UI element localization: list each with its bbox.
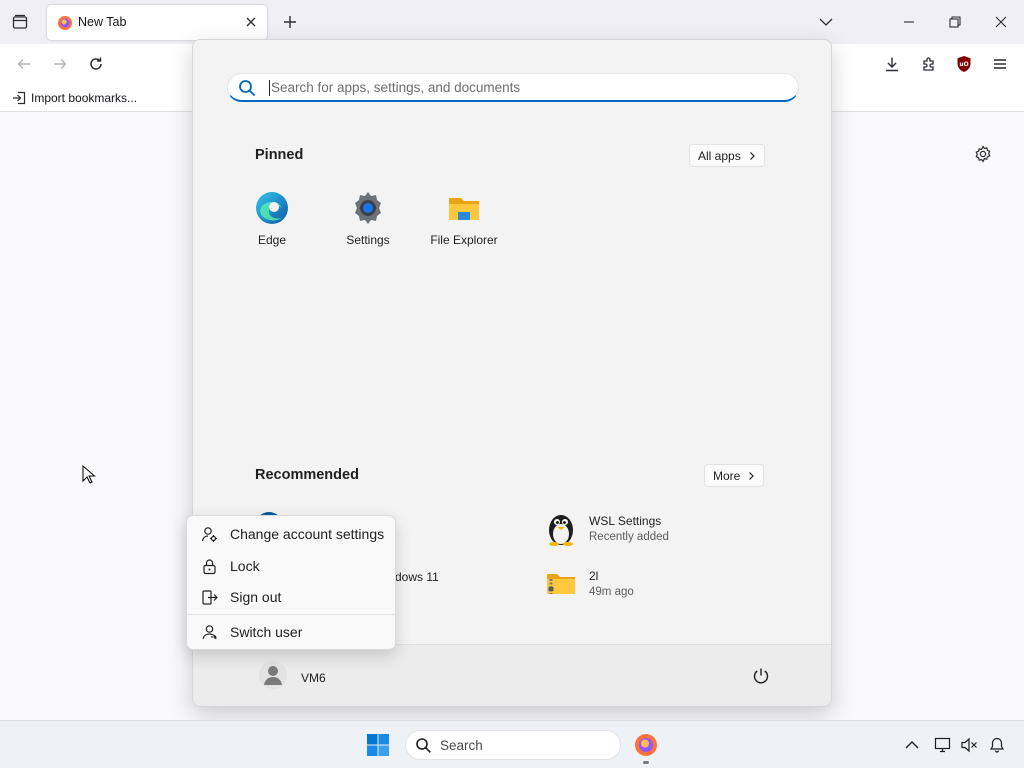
pinned-app-label: File Explorer — [430, 233, 498, 247]
close-window-icon[interactable] — [989, 10, 1013, 34]
taskbar-search-box[interactable]: Search — [405, 730, 621, 760]
more-label: More — [713, 468, 741, 483]
new-tab-plus-icon[interactable] — [278, 10, 302, 34]
zip-folder-icon — [547, 574, 575, 594]
notification-bell-icon[interactable] — [985, 733, 1009, 757]
edge-icon — [256, 192, 288, 224]
recommended-item-2l[interactable]: 2l 49m ago — [545, 567, 634, 599]
account-settings-icon — [201, 526, 217, 542]
pinned-title: Pinned — [255, 147, 304, 163]
downloads-icon[interactable] — [880, 52, 904, 76]
recommended-title: Recommended — [255, 467, 359, 483]
minimize-window-icon[interactable] — [897, 10, 921, 34]
recommended-item-subtitle: 49m ago — [589, 585, 634, 598]
menu-separator — [187, 614, 395, 615]
taskbar-firefox-icon[interactable] — [633, 732, 659, 758]
network-display-icon[interactable] — [931, 733, 955, 757]
pinned-app-settings[interactable]: Settings — [320, 190, 416, 247]
text-caret — [269, 80, 270, 96]
recommended-item-subtitle: Recently added — [589, 530, 669, 543]
firefox-favicon-icon — [58, 16, 72, 30]
tab-list-chevron-down-icon[interactable] — [814, 10, 838, 34]
reload-icon[interactable] — [84, 52, 108, 76]
running-indicator — [643, 761, 649, 764]
pinned-app-label: Edge — [257, 233, 287, 247]
start-menu-footer: VM6 — [193, 644, 831, 706]
volume-muted-icon[interactable] — [957, 733, 981, 757]
menu-item-sign-out[interactable]: Sign out — [187, 582, 395, 612]
search-placeholder: Search for apps, settings, and documents — [271, 80, 521, 95]
import-bookmarks-link[interactable]: Import bookmarks... — [12, 91, 137, 105]
pinned-app-edge[interactable]: Edge — [224, 190, 320, 247]
search-icon — [416, 738, 431, 753]
lock-icon — [203, 558, 216, 574]
tab-title: New Tab — [78, 15, 127, 29]
svg-text:uO: uO — [959, 61, 968, 68]
menu-item-switch-user[interactable]: Switch user — [187, 617, 395, 647]
menu-item-lock[interactable]: Lock — [187, 551, 395, 581]
recommended-item-name: 2l — [589, 568, 599, 583]
menu-item-change-account-settings[interactable]: Change account settings — [187, 519, 395, 549]
taskbar: Search — [0, 720, 1024, 768]
restore-window-icon[interactable] — [943, 10, 967, 34]
tab-new-tab[interactable]: New Tab — [47, 5, 267, 40]
extensions-puzzle-icon[interactable] — [917, 52, 941, 76]
list-all-tabs-icon[interactable] — [8, 10, 32, 34]
import-bookmarks-label: Import bookmarks... — [31, 91, 138, 105]
chevron-right-icon — [749, 471, 755, 480]
user-name[interactable]: VM6 — [301, 671, 326, 685]
all-apps-label: All apps — [698, 148, 741, 163]
pinned-app-label: Settings — [346, 233, 390, 247]
recommended-item-name: dows 11 — [395, 570, 439, 584]
chevron-up-icon[interactable] — [900, 733, 924, 757]
chevron-right-icon — [749, 151, 755, 160]
more-button[interactable]: More — [704, 464, 765, 487]
recommended-item-wsl-settings[interactable]: WSL Settings Recently added — [545, 510, 669, 546]
hamburger-menu-icon[interactable] — [988, 52, 1012, 76]
tab-strip: New Tab — [0, 0, 1024, 44]
switch-user-icon — [202, 624, 217, 639]
search-icon — [239, 80, 256, 97]
all-apps-button[interactable]: All apps — [689, 144, 765, 167]
menu-item-label: Lock — [230, 558, 260, 574]
taskbar-search-label: Search — [440, 738, 483, 753]
forward-arrow-icon[interactable] — [48, 52, 72, 76]
settings-gear-icon — [355, 192, 381, 224]
tux-penguin-icon — [549, 515, 573, 546]
user-avatar-icon — [264, 666, 282, 685]
ublock-origin-shield-icon[interactable]: uO — [952, 52, 976, 76]
menu-item-label: Sign out — [230, 589, 282, 605]
start-search-input[interactable]: Search for apps, settings, and documents — [227, 73, 799, 102]
power-icon[interactable] — [749, 664, 773, 688]
close-tab-icon[interactable] — [243, 14, 259, 30]
account-context-menu: Change account settings Lock Sign out Sw… — [186, 515, 396, 650]
menu-item-label: Change account settings — [230, 526, 385, 542]
mouse-pointer-icon — [82, 465, 96, 484]
sign-out-icon — [202, 589, 218, 605]
windows-start-icon[interactable] — [365, 732, 391, 758]
recommended-item-name: WSL Settings — [589, 513, 662, 528]
back-arrow-icon[interactable] — [12, 52, 36, 76]
import-icon — [13, 91, 26, 105]
menu-item-label: Switch user — [230, 624, 303, 640]
page-settings-gear-icon[interactable] — [971, 142, 995, 166]
pinned-app-file-explorer[interactable]: File Explorer — [416, 190, 512, 247]
file-explorer-icon — [449, 198, 479, 220]
user-avatar[interactable] — [259, 661, 287, 689]
